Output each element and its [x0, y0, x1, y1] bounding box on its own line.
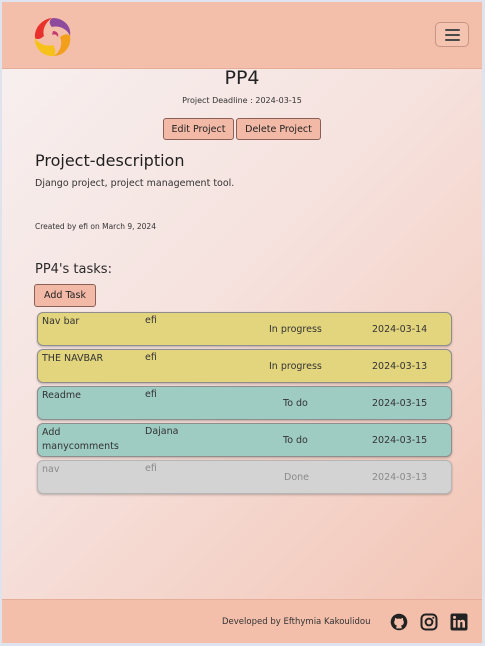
task-card[interactable]: nav efi Done 2024-03-13 [37, 460, 452, 494]
spiral-logo-icon[interactable] [30, 14, 76, 60]
task-title: Nav bar [42, 316, 80, 327]
created-info: Created by efi on March 9, 2024 [35, 222, 156, 231]
project-deadline: Project Deadline : 2024-03-15 [182, 96, 302, 105]
task-user: efi [145, 315, 157, 326]
task-status: To do [283, 398, 308, 409]
delete-project-button[interactable]: Delete Project [236, 118, 321, 140]
hamburger-menu-icon [444, 28, 460, 31]
footer: Developed by Efthymia Kakoulidou [2, 599, 482, 643]
edit-project-button[interactable]: Edit Project [163, 118, 234, 140]
task-user: efi [145, 352, 157, 363]
task-user: efi [145, 389, 157, 400]
github-icon[interactable] [390, 613, 408, 631]
task-status: In progress [269, 361, 322, 372]
task-status: Done [284, 472, 309, 483]
task-user: efi [145, 463, 157, 474]
task-date: 2024-03-13 [372, 361, 428, 372]
task-user: Dajana [145, 426, 179, 437]
task-card[interactable]: Readme efi To do 2024-03-15 [37, 386, 452, 420]
task-status: In progress [269, 324, 322, 335]
task-date: 2024-03-15 [372, 435, 428, 446]
navbar [2, 2, 482, 69]
add-task-button[interactable]: Add Task [34, 284, 96, 307]
task-date: 2024-03-14 [372, 324, 428, 335]
developer-credit: Developed by Efthymia Kakoulidou [222, 617, 371, 627]
task-card[interactable]: THE NAVBAR efi In progress 2024-03-13 [37, 349, 452, 383]
task-title: nav [42, 464, 60, 475]
description-heading: Project-description [35, 151, 185, 170]
linkedin-icon[interactable] [450, 613, 468, 631]
page: PP4 Project Deadline : 2024-03-15 Edit P… [2, 2, 482, 643]
task-title: Readme [42, 390, 81, 401]
task-title: Add manycomments [42, 427, 119, 452]
task-card[interactable]: Nav bar efi In progress 2024-03-14 [37, 312, 452, 346]
task-status: To do [283, 435, 308, 446]
task-date: 2024-03-15 [372, 398, 428, 409]
task-card[interactable]: Add manycomments Dajana To do 2024-03-15 [37, 423, 452, 457]
navbar-toggle-button[interactable] [435, 22, 469, 47]
tasks-heading: PP4's tasks: [35, 262, 112, 277]
task-title: THE NAVBAR [42, 353, 104, 364]
project-description: Django project, project management tool. [35, 178, 235, 189]
project-title: PP4 [224, 67, 260, 89]
instagram-icon[interactable] [420, 613, 438, 631]
task-date: 2024-03-13 [372, 472, 428, 483]
